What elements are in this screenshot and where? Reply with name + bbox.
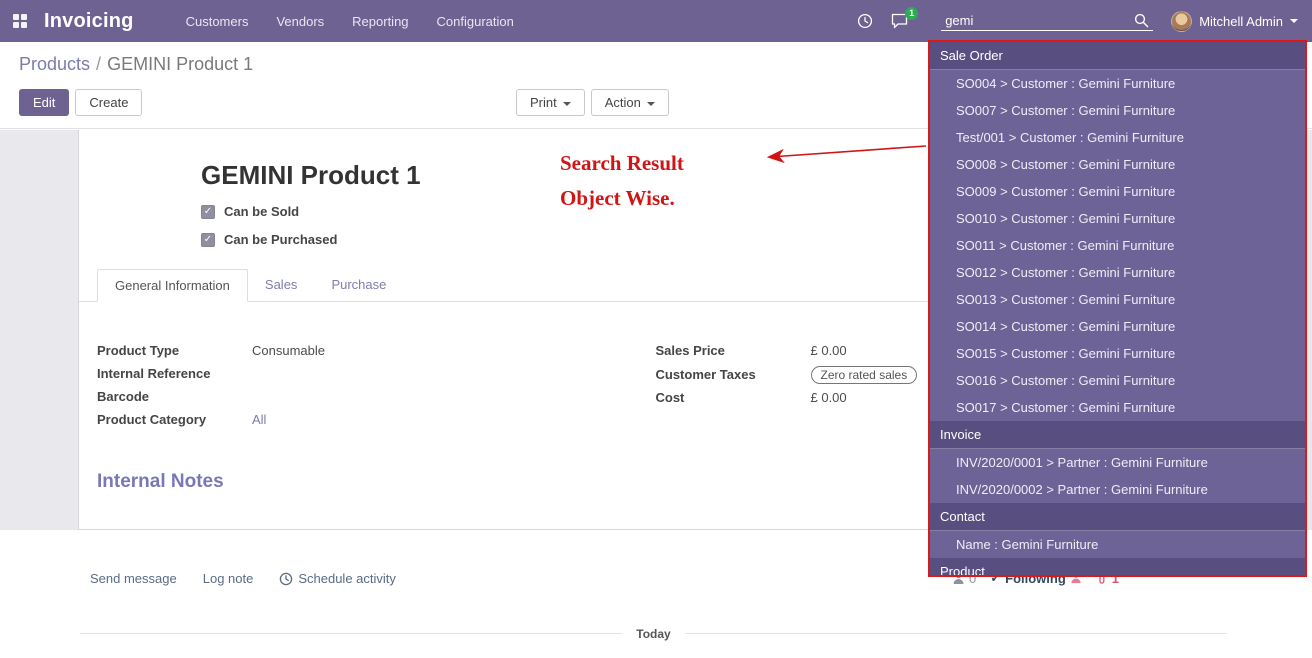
user-name: Mitchell Admin — [1199, 14, 1283, 29]
caret-down-icon — [563, 102, 571, 106]
breadcrumb-separator: / — [96, 54, 101, 74]
search-result-item[interactable]: SO007 > Customer : Gemini Furniture — [930, 97, 1305, 124]
messages-icon[interactable]: 1 — [891, 13, 909, 29]
cost-value: £ 0.00 — [811, 390, 847, 405]
product-category-link[interactable]: All — [252, 412, 266, 427]
can-be-sold-checkbox[interactable]: ✓ — [201, 205, 215, 219]
search-result-item[interactable]: SO015 > Customer : Gemini Furniture — [930, 340, 1305, 367]
global-search-box — [941, 11, 1153, 31]
breadcrumb-current: GEMINI Product 1 — [107, 54, 253, 74]
breadcrumb-products-link[interactable]: Products — [19, 54, 90, 74]
user-menu[interactable]: Mitchell Admin — [1171, 11, 1298, 32]
field-product-category: Product Category All — [97, 412, 656, 429]
search-results-dropdown: Sale Order SO004 > Customer : Gemini Fur… — [928, 40, 1307, 577]
search-result-item[interactable]: SO012 > Customer : Gemini Furniture — [930, 259, 1305, 286]
tab-general-information[interactable]: General Information — [97, 269, 248, 302]
search-result-item[interactable]: INV/2020/0002 > Partner : Gemini Furnitu… — [930, 476, 1305, 503]
customer-tax-tag: Zero rated sales — [811, 366, 918, 384]
search-result-item[interactable]: SO009 > Customer : Gemini Furniture — [930, 178, 1305, 205]
top-navbar: Invoicing Customers Vendors Reporting Co… — [0, 0, 1312, 42]
annotation-note: Search Result Object Wise. — [560, 146, 684, 216]
breadcrumb: Products / GEMINI Product 1 — [19, 54, 253, 75]
group-header-contact: Contact — [930, 503, 1305, 531]
can-be-purchased-checkbox[interactable]: ✓ — [201, 233, 215, 247]
app-name[interactable]: Invoicing — [44, 10, 134, 33]
fields-left-column: Product Type Consumable Internal Referen… — [97, 343, 656, 435]
search-result-item[interactable]: SO008 > Customer : Gemini Furniture — [930, 151, 1305, 178]
schedule-activity-button[interactable]: Schedule activity — [279, 571, 396, 586]
today-divider: Today — [80, 633, 1227, 652]
field-barcode: Barcode — [97, 389, 656, 406]
activities-clock-icon[interactable] — [857, 13, 873, 29]
group-header-invoice: Invoice — [930, 421, 1305, 449]
tab-sales[interactable]: Sales — [248, 269, 315, 301]
search-result-item[interactable]: SO017 > Customer : Gemini Furniture — [930, 394, 1305, 421]
search-input[interactable] — [945, 13, 1134, 28]
search-result-item[interactable]: SO004 > Customer : Gemini Furniture — [930, 70, 1305, 97]
menu-customers[interactable]: Customers — [186, 14, 249, 29]
field-product-type: Product Type Consumable — [97, 343, 656, 360]
search-result-item[interactable]: INV/2020/0001 > Partner : Gemini Furnitu… — [930, 449, 1305, 476]
edit-button[interactable]: Edit — [19, 89, 69, 116]
field-internal-reference: Internal Reference — [97, 366, 656, 383]
search-result-item[interactable]: SO013 > Customer : Gemini Furniture — [930, 286, 1305, 313]
search-icon[interactable] — [1134, 13, 1149, 28]
annotation-arrow — [758, 140, 930, 166]
menu-configuration[interactable]: Configuration — [437, 14, 514, 29]
log-note-button[interactable]: Log note — [203, 571, 254, 586]
product-type-value: Consumable — [252, 343, 325, 358]
print-dropdown-button[interactable]: Print — [516, 89, 585, 116]
navbar-systray: 1 Mitchell Admin — [857, 11, 1312, 32]
user-avatar — [1171, 11, 1192, 32]
tab-purchase[interactable]: Purchase — [314, 269, 403, 301]
can-be-sold-label: Can be Sold — [224, 204, 299, 219]
today-label: Today — [622, 627, 684, 641]
caret-down-icon — [647, 102, 655, 106]
search-result-item[interactable]: Test/001 > Customer : Gemini Furniture — [930, 124, 1305, 151]
message-count-badge: 1 — [905, 7, 918, 20]
apps-grid-icon — [13, 14, 27, 28]
search-result-item[interactable]: SO014 > Customer : Gemini Furniture — [930, 313, 1305, 340]
send-message-button[interactable]: Send message — [90, 571, 177, 586]
search-result-item[interactable]: SO010 > Customer : Gemini Furniture — [930, 205, 1305, 232]
can-be-purchased-label: Can be Purchased — [224, 232, 337, 247]
sales-price-value: £ 0.00 — [811, 343, 847, 358]
main-menu: Customers Vendors Reporting Configuratio… — [186, 14, 514, 29]
action-dropdown-button[interactable]: Action — [591, 89, 669, 116]
schedule-clock-icon — [279, 572, 293, 586]
create-button[interactable]: Create — [75, 89, 142, 116]
search-result-item[interactable]: Name : Gemini Furniture — [930, 531, 1305, 558]
caret-down-icon — [1290, 19, 1298, 23]
search-result-item[interactable]: SO016 > Customer : Gemini Furniture — [930, 367, 1305, 394]
apps-menu-button[interactable] — [0, 0, 40, 42]
menu-reporting[interactable]: Reporting — [352, 14, 408, 29]
menu-vendors[interactable]: Vendors — [276, 14, 324, 29]
group-header-sale-order: Sale Order — [930, 42, 1305, 70]
search-result-item[interactable]: SO011 > Customer : Gemini Furniture — [930, 232, 1305, 259]
group-header-product: Product — [930, 558, 1305, 577]
